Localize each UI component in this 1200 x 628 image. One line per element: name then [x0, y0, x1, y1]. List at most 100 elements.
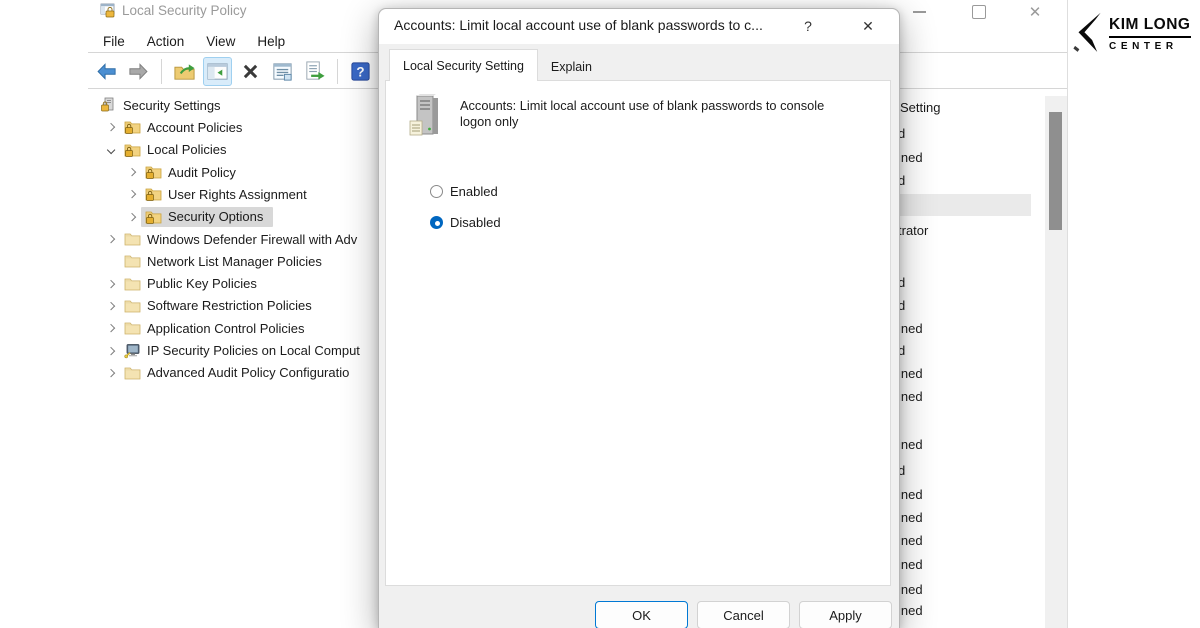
- tab-local-security-setting[interactable]: Local Security Setting: [389, 49, 538, 81]
- folder-lock-icon: [124, 119, 141, 135]
- tree-item-content[interactable]: Account Policies: [120, 117, 252, 137]
- column-header-setting[interactable]: Setting: [900, 100, 940, 115]
- close-button[interactable]: ✕: [1022, 0, 1048, 24]
- tree-item-label: Public Key Policies: [147, 276, 257, 291]
- setting-value-fragment: ined: [898, 533, 923, 548]
- dialog-close-icon[interactable]: ✕: [851, 13, 885, 39]
- tree-item-content[interactable]: Advanced Audit Policy Configuratio: [120, 363, 359, 383]
- tree-item-content[interactable]: Audit Policy: [141, 162, 246, 182]
- tree-expander-icon[interactable]: [123, 214, 141, 220]
- selected-policy-row[interactable]: [897, 194, 1031, 216]
- properties-icon[interactable]: [269, 58, 296, 85]
- menu-action[interactable]: Action: [145, 34, 187, 49]
- minimize-button[interactable]: [906, 0, 932, 24]
- setting-value-fragment: ined: [898, 366, 923, 381]
- forward-icon[interactable]: [125, 58, 152, 85]
- radio-disabled[interactable]: Disabled: [430, 215, 501, 230]
- folder-icon: [124, 320, 141, 336]
- tree-expander-icon[interactable]: [102, 281, 120, 287]
- dialog-titlebar: Accounts: Limit local account use of bla…: [379, 9, 899, 44]
- dialog-help-button[interactable]: ?: [794, 13, 822, 39]
- tree-expander-icon[interactable]: [102, 124, 120, 130]
- tree-pane: Security Settings Account Policies Local P…: [88, 94, 384, 384]
- tree-item-label: Software Restriction Policies: [147, 298, 312, 313]
- apply-button[interactable]: Apply: [799, 601, 892, 628]
- tree-expander-icon[interactable]: [102, 370, 120, 376]
- setting-value-fragment: ined: [898, 603, 923, 618]
- radio-label: Disabled: [450, 215, 501, 230]
- tree-item-label: IP Security Policies on Local Comput: [147, 343, 360, 358]
- tree-item-content[interactable]: User Rights Assignment: [141, 184, 317, 204]
- setting-value-fragment: ined: [898, 437, 923, 452]
- cancel-button[interactable]: Cancel: [697, 601, 790, 628]
- help-icon[interactable]: ?: [347, 58, 374, 85]
- tree-item-content[interactable]: Public Key Policies: [120, 274, 267, 294]
- tree-item-content[interactable]: Security Options: [141, 207, 273, 227]
- tree-item-content[interactable]: Network List Manager Policies: [120, 251, 332, 271]
- tree-item-user-rights-assignment[interactable]: User Rights Assignment: [88, 183, 384, 205]
- tree-expander-icon[interactable]: [102, 325, 120, 331]
- dialog-title: Accounts: Limit local account use of bla…: [394, 17, 763, 33]
- tree-item-label: Application Control Policies: [147, 321, 305, 336]
- menu-view[interactable]: View: [204, 34, 237, 49]
- tree-item-local-policies[interactable]: Local Policies: [88, 139, 384, 161]
- tree-item-public-key-policies[interactable]: Public Key Policies: [88, 273, 384, 295]
- tree-item-label: Windows Defender Firewall with Adv: [147, 232, 357, 247]
- radio-enabled[interactable]: Enabled: [430, 184, 498, 199]
- menu-file[interactable]: File: [101, 34, 127, 49]
- policy-name: Accounts: Limit local account use of bla…: [460, 98, 856, 130]
- tree-item-content[interactable]: Windows Defender Firewall with Adv: [120, 229, 367, 249]
- export-list-icon[interactable]: [301, 58, 328, 85]
- window-right-border: [1067, 0, 1068, 628]
- tree-item-windows-defender-firewall-with-adv[interactable]: Windows Defender Firewall with Adv: [88, 228, 384, 250]
- delete-icon[interactable]: [237, 58, 264, 85]
- folder-icon: [124, 365, 141, 381]
- tree-expander-icon[interactable]: [102, 303, 120, 309]
- folder-lock-icon: [145, 164, 162, 180]
- tree-item-security-options[interactable]: Security Options: [88, 206, 384, 228]
- tree-item-label: Security Settings: [123, 98, 221, 113]
- ok-button[interactable]: OK: [595, 601, 688, 628]
- tree-item-ip-security-policies-on-local-comput[interactable]: IP Security Policies on Local Comput: [88, 339, 384, 361]
- tree-item-network-list-manager-policies[interactable]: Network List Manager Policies: [88, 250, 384, 272]
- setting-value-fragment: ined: [898, 510, 923, 525]
- maximize-button[interactable]: [966, 0, 992, 24]
- tree-item-audit-policy[interactable]: Audit Policy: [88, 161, 384, 183]
- chevron-logo-icon: [1070, 10, 1104, 58]
- tree-item-advanced-audit-policy-configuratio[interactable]: Advanced Audit Policy Configuratio: [88, 362, 384, 384]
- toolbar-separator: [161, 59, 162, 84]
- tree-item-content[interactable]: IP Security Policies on Local Comput: [120, 341, 370, 361]
- export-folder-icon[interactable]: [171, 58, 198, 85]
- folder-icon: [124, 231, 141, 247]
- tree-expander-icon[interactable]: [102, 236, 120, 242]
- tree-item-content[interactable]: Software Restriction Policies: [120, 296, 322, 316]
- scrollbar-thumb[interactable]: [1049, 112, 1062, 230]
- scrollbar-track[interactable]: [1045, 96, 1067, 628]
- menu-help[interactable]: Help: [255, 34, 287, 49]
- tree-item-content[interactable]: Application Control Policies: [120, 318, 315, 338]
- tab-explain[interactable]: Explain: [538, 53, 605, 80]
- tree-expander-icon[interactable]: [102, 348, 120, 354]
- tree-expander-icon[interactable]: [123, 191, 141, 197]
- tree-item-security-settings[interactable]: Security Settings: [88, 94, 384, 116]
- folder-lock-icon: [145, 209, 162, 225]
- tree-item-software-restriction-policies[interactable]: Software Restriction Policies: [88, 295, 384, 317]
- tree-item-application-control-policies[interactable]: Application Control Policies: [88, 317, 384, 339]
- tree-expander-icon[interactable]: [123, 169, 141, 175]
- computer-lock-icon: [100, 97, 117, 113]
- tab-page: Accounts: Limit local account use of bla…: [385, 80, 891, 586]
- tree-item-content[interactable]: Security Settings: [96, 95, 231, 115]
- tree-item-account-policies[interactable]: Account Policies: [88, 116, 384, 138]
- back-icon[interactable]: [93, 58, 120, 85]
- screenshot-root: Local Security Policy ✕ FileActionViewHe…: [0, 0, 1200, 628]
- tree-item-label: Advanced Audit Policy Configuratio: [147, 365, 349, 380]
- watermark-line2: CENTER: [1109, 41, 1191, 52]
- tree-item-content[interactable]: Local Policies: [120, 140, 237, 160]
- console-tree-icon[interactable]: [203, 57, 232, 86]
- folder-lock-icon: [145, 186, 162, 202]
- setting-value-fragment: ined: [898, 582, 923, 597]
- radio-enabled-icon[interactable]: [430, 185, 443, 198]
- tree-expander-icon[interactable]: [102, 147, 120, 153]
- computer-key-icon: [124, 343, 141, 359]
- radio-disabled-icon[interactable]: [430, 216, 443, 229]
